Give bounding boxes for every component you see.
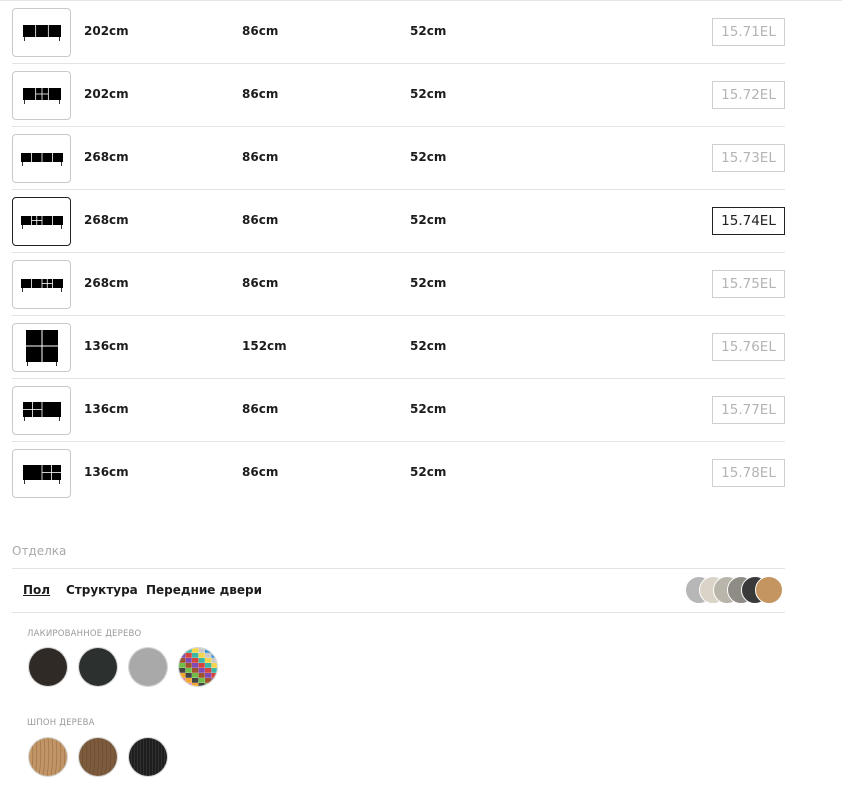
depth-value: 52cm — [410, 276, 447, 290]
width-value: 268cm — [84, 150, 129, 164]
height-value: 152cm — [242, 339, 287, 353]
height-value: 86cm — [242, 213, 279, 227]
width-value: 136cm — [84, 402, 129, 416]
swatch-light-grey[interactable] — [128, 647, 168, 687]
width-value: 268cm — [84, 213, 129, 227]
product-code-button[interactable]: 15.77EL — [712, 396, 785, 424]
sideboard-4-door-icon[interactable] — [12, 134, 71, 183]
table-row: 268cm 86cm 52cm 15.74EL — [12, 190, 785, 253]
swatch-color-palette[interactable] — [178, 647, 218, 687]
sideboard-2-door-drawers-right-icon[interactable] — [12, 449, 71, 498]
width-value: 202cm — [84, 87, 129, 101]
depth-value: 52cm — [410, 87, 447, 101]
depth-value: 52cm — [410, 339, 447, 353]
table-row: 136cm 86cm 52cm 15.78EL — [12, 442, 785, 505]
height-value: 86cm — [242, 24, 279, 38]
height-value: 86cm — [242, 87, 279, 101]
product-variant-list: 202cm 86cm 52cm 15.71EL 202cm 86cm 52cm … — [12, 1, 785, 505]
height-value: 86cm — [242, 276, 279, 290]
swatch-dark-brown[interactable] — [28, 647, 68, 687]
width-value: 136cm — [84, 339, 129, 353]
product-code-button[interactable]: 15.75EL — [712, 270, 785, 298]
depth-value: 52cm — [410, 24, 447, 38]
product-code-button[interactable]: 15.76EL — [712, 333, 785, 361]
finish-section-title: Отделка — [12, 544, 67, 558]
depth-value: 52cm — [410, 402, 447, 416]
finish-tabs-bar: Пол Структура Передние двери — [12, 568, 785, 613]
table-row: 136cm 86cm 52cm 15.77EL — [12, 379, 785, 442]
product-code-button[interactable]: 15.73EL — [712, 144, 785, 172]
sideboard-3-door-icon[interactable] — [12, 8, 71, 57]
sideboard-4-door-drawers-right-icon[interactable] — [12, 260, 71, 309]
swatch-walnut[interactable] — [78, 737, 118, 777]
depth-value: 52cm — [410, 213, 447, 227]
table-row: 136cm 152cm 52cm 15.76EL — [12, 316, 785, 379]
tab-floor[interactable]: Пол — [23, 583, 50, 597]
product-code-button[interactable]: 15.72EL — [712, 81, 785, 109]
depth-value: 52cm — [410, 150, 447, 164]
tab-front-doors[interactable]: Передние двери — [146, 583, 262, 597]
finish-preview-swatches — [685, 576, 785, 605]
preview-swatch — [755, 576, 783, 604]
highboard-4-door-icon[interactable] — [12, 323, 71, 372]
table-row: 268cm 86cm 52cm 15.75EL — [12, 253, 785, 316]
sideboard-3-door-drawers-icon[interactable] — [12, 71, 71, 120]
width-value: 202cm — [84, 24, 129, 38]
swatch-anthracite[interactable] — [78, 647, 118, 687]
swatch-natural-oak[interactable] — [28, 737, 68, 777]
width-value: 136cm — [84, 465, 129, 479]
depth-value: 52cm — [410, 465, 447, 479]
sideboard-4-door-drawers-icon[interactable] — [12, 197, 71, 246]
product-code-button-selected[interactable]: 15.74EL — [712, 207, 785, 235]
table-row: 268cm 86cm 52cm 15.73EL — [12, 127, 785, 190]
height-value: 86cm — [242, 402, 279, 416]
product-code-button[interactable]: 15.78EL — [712, 459, 785, 487]
sideboard-2-door-drawers-icon[interactable] — [12, 386, 71, 435]
height-value: 86cm — [242, 150, 279, 164]
swatch-black-oak[interactable] — [128, 737, 168, 777]
product-code-button[interactable]: 15.71EL — [712, 18, 785, 46]
wood-veneer-label: ШПОН ДЕРЕВА — [27, 718, 95, 728]
width-value: 268cm — [84, 276, 129, 290]
tab-structure[interactable]: Структура — [66, 583, 138, 597]
lacquered-wood-label: ЛАКИРОВАННОЕ ДЕРЕВО — [27, 629, 142, 639]
table-row: 202cm 86cm 52cm 15.71EL — [12, 1, 785, 64]
table-row: 202cm 86cm 52cm 15.72EL — [12, 64, 785, 127]
height-value: 86cm — [242, 465, 279, 479]
